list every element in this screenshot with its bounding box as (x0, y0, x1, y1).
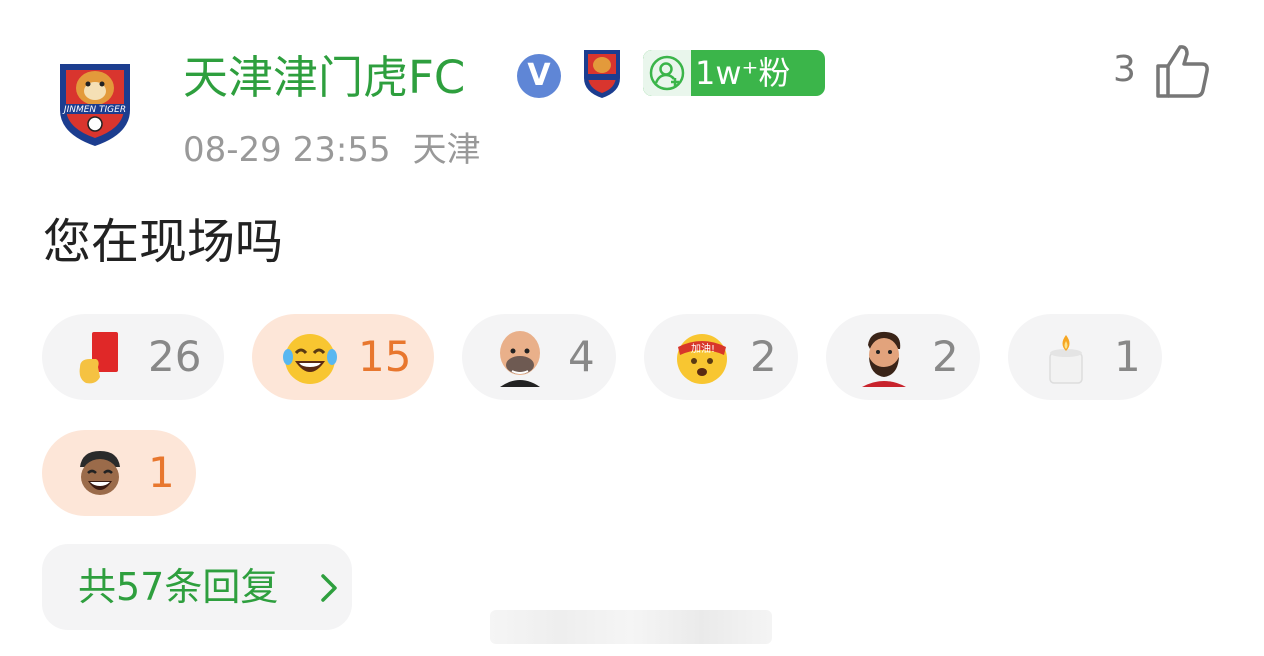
reaction-count: 1 (148, 448, 175, 497)
reaction-pill[interactable]: 1 (1008, 314, 1162, 400)
like-count: 3 (1113, 49, 1136, 90)
post-location: 天津 (412, 130, 481, 170)
thumbs-up-icon[interactable] (1152, 42, 1212, 104)
watermark (490, 610, 772, 644)
reaction-count: 2 (932, 332, 959, 381)
fan-badge-label: 1w⁺粉 (695, 54, 791, 92)
reaction-pill[interactable]: 2 (826, 314, 980, 400)
cheer-sticker-text: 加油! (691, 342, 715, 355)
reaction-pill[interactable]: 4 (462, 314, 616, 400)
replies-label: 共57条回复 (78, 565, 279, 609)
svg-text:JINMEN TIGER: JINMEN TIGER (62, 105, 126, 115)
person-plus-icon (643, 50, 691, 96)
cheer-jiayou-sticker-icon: 加油! (672, 327, 732, 387)
reaction-count: 26 (148, 332, 202, 381)
post-time: 08-29 23:55 (183, 130, 391, 170)
chevron-right-icon (284, 547, 338, 633)
reaction-count: 2 (750, 332, 777, 381)
club-badge-icon (580, 46, 624, 100)
reaction-pill[interactable]: 15 (252, 314, 434, 400)
reaction-pill[interactable]: 1 (42, 430, 196, 516)
post-content: 您在现场吗 (43, 214, 284, 270)
reaction-count: 15 (358, 332, 412, 381)
bald-face-sticker-icon (490, 327, 550, 387)
red-card-icon (70, 327, 130, 387)
laughing-tears-icon (280, 327, 340, 387)
laughing-cap-sticker-icon (70, 443, 130, 503)
post-meta: 08-29 23:55 天津 (183, 126, 481, 174)
verified-badge-icon: V (517, 54, 561, 98)
fan-badge[interactable]: 1w⁺粉 (643, 50, 825, 96)
view-replies-button[interactable]: 共57条回复 (42, 544, 352, 630)
avatar[interactable]: JINMEN TIGER (52, 58, 138, 148)
reaction-count: 1 (1114, 332, 1141, 381)
bearded-player-sticker-icon (854, 327, 914, 387)
candle-icon (1036, 327, 1096, 387)
reaction-pill[interactable]: 26 (42, 314, 224, 400)
reaction-pill[interactable]: 加油! 2 (644, 314, 798, 400)
username[interactable]: 天津津门虎FC (183, 50, 465, 106)
reaction-count: 4 (568, 332, 595, 381)
